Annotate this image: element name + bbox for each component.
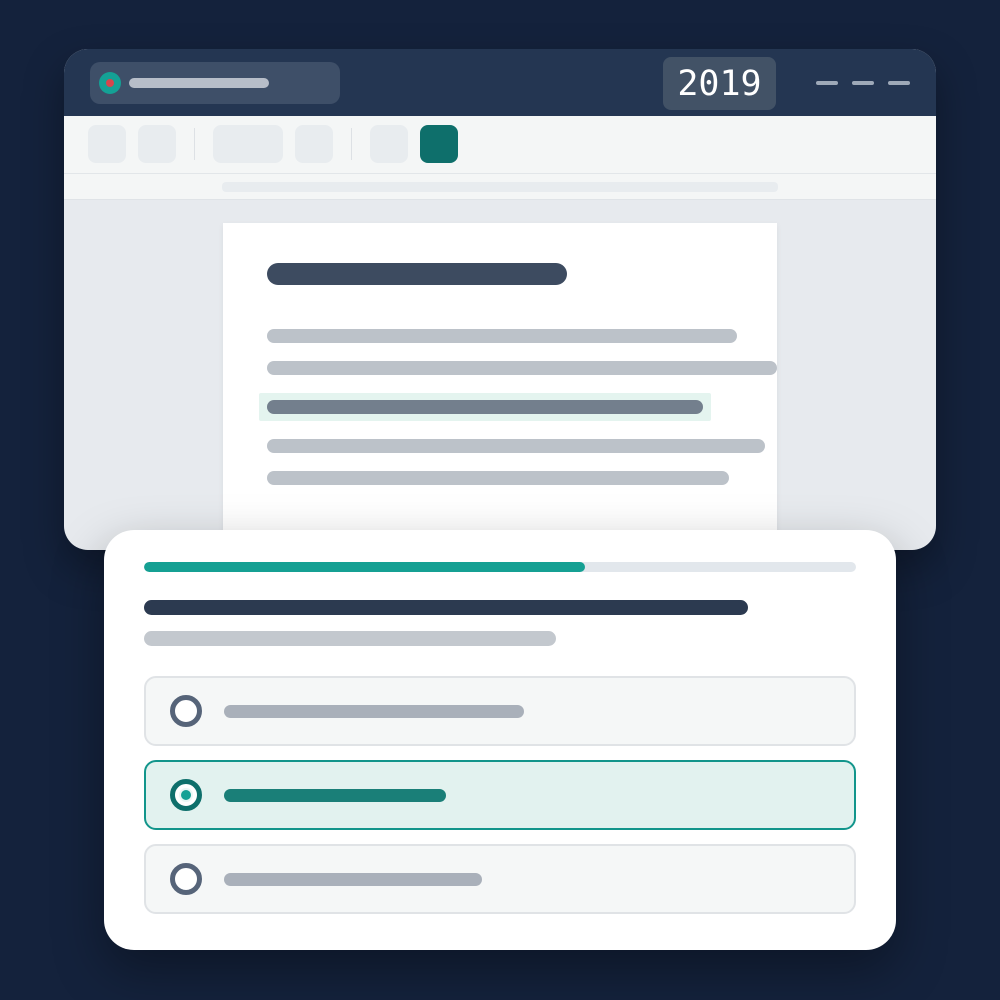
progress-bar xyxy=(144,562,856,572)
answer-option-text-line xyxy=(224,705,524,718)
quiz-card xyxy=(104,530,896,950)
document-text-line xyxy=(267,329,737,343)
question-title-line xyxy=(144,600,748,615)
answer-option-text-line xyxy=(224,789,446,802)
document-text-line xyxy=(267,361,777,375)
highlighted-text-line xyxy=(267,400,703,414)
toolbar-button[interactable] xyxy=(370,125,408,163)
editor-toolbar xyxy=(64,116,936,174)
site-favicon-icon xyxy=(99,72,121,94)
url-placeholder-line xyxy=(129,78,269,88)
toolbar-button-active[interactable] xyxy=(420,125,458,163)
close-icon[interactable] xyxy=(888,81,910,85)
toolbar-divider xyxy=(351,128,352,160)
toolbar-button[interactable] xyxy=(88,125,126,163)
year-badge: 2019 xyxy=(663,57,776,110)
toolbar-button[interactable] xyxy=(138,125,176,163)
document-heading-line xyxy=(267,263,567,285)
progress-fill xyxy=(144,562,586,572)
ruler-strip xyxy=(64,174,936,200)
toolbar-button-wide[interactable] xyxy=(213,125,283,163)
maximize-icon[interactable] xyxy=(852,81,874,85)
radio-dot xyxy=(179,788,193,802)
radio-button-selected-icon[interactable] xyxy=(170,779,202,811)
document-text-line xyxy=(267,471,729,485)
question-subtitle-line xyxy=(144,631,556,646)
document-page xyxy=(223,223,777,550)
radio-button-icon[interactable] xyxy=(170,863,202,895)
browser-window: 2019 xyxy=(64,49,936,550)
document-text-line xyxy=(267,439,765,453)
toolbar-button[interactable] xyxy=(295,125,333,163)
answer-option[interactable] xyxy=(144,844,856,914)
answer-option-selected[interactable] xyxy=(144,760,856,830)
address-bar[interactable] xyxy=(90,62,340,104)
answer-option[interactable] xyxy=(144,676,856,746)
answer-option-text-line xyxy=(224,873,482,886)
ruler xyxy=(222,182,778,192)
minimize-icon[interactable] xyxy=(816,81,838,85)
toolbar-divider xyxy=(194,128,195,160)
title-bar: 2019 xyxy=(64,49,936,116)
radio-button-icon[interactable] xyxy=(170,695,202,727)
